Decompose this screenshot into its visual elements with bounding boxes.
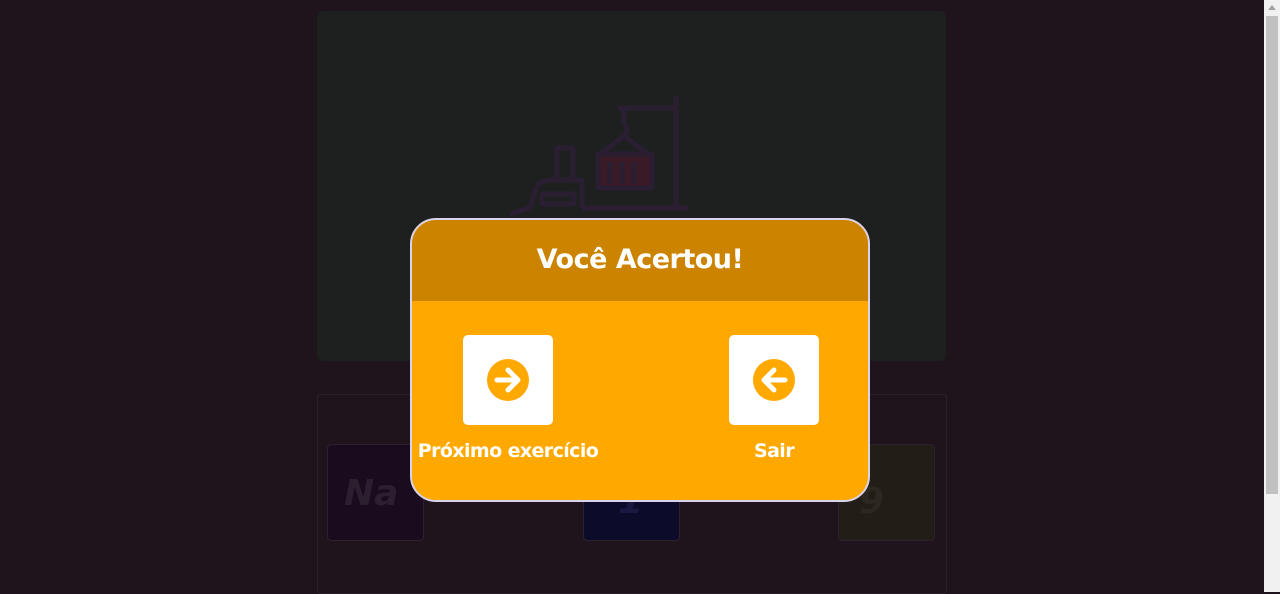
result-modal: Você Acertou! Próximo exercício Sair <box>410 218 870 502</box>
arrow-right-circle-icon <box>487 359 529 401</box>
cargo-ship-illustration <box>509 96 688 217</box>
scrollbar-thumb[interactable] <box>1266 16 1278 494</box>
modal-header: Você Acertou! <box>412 220 868 301</box>
exit-label: Sair <box>754 440 795 462</box>
vertical-scrollbar[interactable] <box>1264 0 1280 592</box>
next-exercise-button[interactable]: Próximo exercício <box>412 335 608 462</box>
next-exercise-label: Próximo exercício <box>417 440 599 462</box>
scroll-up-arrow-icon[interactable] <box>1268 5 1276 10</box>
arrow-left-circle-icon <box>753 359 795 401</box>
element-symbol: Na <box>344 473 399 514</box>
next-exercise-icon-box[interactable] <box>463 335 553 425</box>
exit-button[interactable]: Sair <box>674 335 868 462</box>
modal-title: Você Acertou! <box>536 244 744 275</box>
exit-icon-box[interactable] <box>729 335 819 425</box>
page-background: Na 1 9 Você Acertou! Próximo exercício <box>0 0 1264 594</box>
